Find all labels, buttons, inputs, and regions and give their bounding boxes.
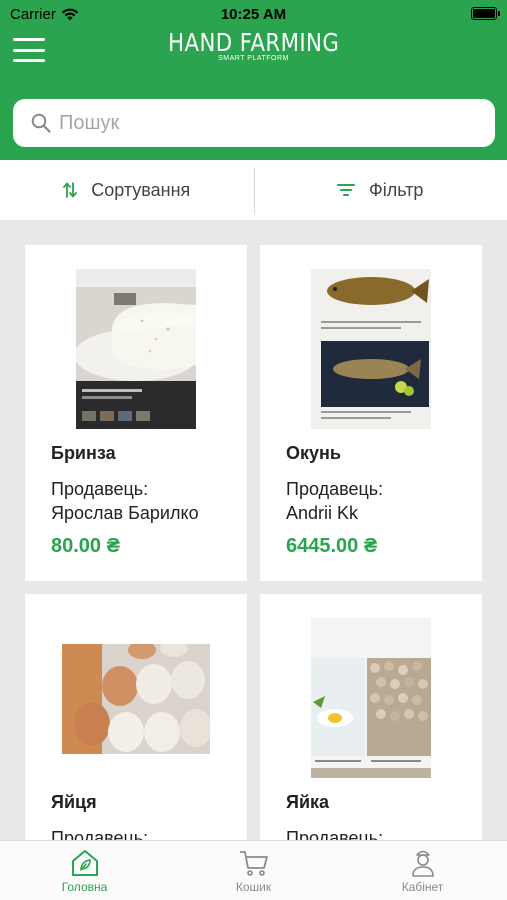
search-icon bbox=[31, 113, 51, 133]
fish-photo bbox=[311, 269, 431, 429]
seller-name: Ярослав Барилко bbox=[51, 503, 199, 523]
sort-filter-bar: Сортування Фільтр bbox=[0, 160, 507, 220]
product-card[interactable]: Окунь Продавець: Andrii Kk 6445.00 ₴ bbox=[260, 245, 482, 581]
filter-label: Фільтр bbox=[369, 179, 424, 200]
product-image bbox=[260, 618, 482, 778]
app-logo: HAND FARMING SMART PLATFORM bbox=[0, 28, 507, 62]
tab-cart-label: Кошик bbox=[235, 880, 272, 894]
product-image bbox=[260, 269, 482, 429]
seller-label: Продавець: bbox=[51, 479, 149, 499]
eggs-photo bbox=[62, 644, 210, 754]
battery-icon bbox=[471, 7, 500, 20]
quail-eggs-photo bbox=[311, 618, 431, 778]
product-image bbox=[25, 644, 247, 804]
filter-button[interactable]: Фільтр bbox=[254, 160, 507, 220]
product-grid: Бринза Продавець: Ярослав Барилко 80.00 … bbox=[25, 245, 483, 900]
cart-icon bbox=[239, 851, 268, 876]
seller-label: Продавець: bbox=[286, 479, 384, 499]
search-input[interactable] bbox=[59, 111, 459, 135]
toolbar-divider bbox=[254, 168, 255, 214]
filter-icon bbox=[337, 184, 356, 196]
profile-icon bbox=[411, 850, 434, 877]
sort-label: Сортування bbox=[91, 179, 191, 200]
product-price: 80.00 ₴ bbox=[51, 535, 120, 557]
product-seller: Продавець: Ярослав Барилко bbox=[51, 477, 241, 525]
tab-home[interactable]: Головна bbox=[0, 841, 169, 900]
product-card[interactable]: Бринза Продавець: Ярослав Барилко 80.00 … bbox=[25, 245, 247, 581]
seller-name: Andrii Kk bbox=[286, 503, 359, 523]
search-bar[interactable] bbox=[13, 99, 495, 147]
home-icon bbox=[71, 850, 98, 876]
product-seller: Продавець: Andrii Kk bbox=[286, 477, 476, 525]
tab-home-label: Головна bbox=[61, 880, 108, 894]
sort-button[interactable]: Сортування bbox=[0, 160, 254, 220]
sort-icon bbox=[63, 182, 78, 198]
cheese-photo bbox=[76, 269, 196, 429]
tab-profile[interactable]: Кабінет bbox=[338, 841, 507, 900]
product-name: Окунь bbox=[286, 443, 341, 463]
product-name: Яйка bbox=[286, 792, 330, 812]
product-name: Яйця bbox=[51, 792, 97, 812]
tab-bar: Головна Кошик Кабінет bbox=[0, 840, 507, 900]
product-price: 6445.00 ₴ bbox=[286, 535, 378, 557]
status-time: 10:25 AM bbox=[220, 6, 287, 23]
logo-title: HAND FARMING bbox=[167, 28, 340, 57]
status-bar: Carrier 10:25 AM bbox=[0, 0, 507, 28]
product-name: Бринза bbox=[51, 443, 116, 463]
tab-profile-label: Кабінет bbox=[401, 880, 444, 894]
app-header: Carrier 10:25 AM HAND FARMING SMART PLAT… bbox=[0, 0, 507, 160]
product-image bbox=[25, 269, 247, 429]
tab-cart[interactable]: Кошик bbox=[169, 841, 338, 900]
